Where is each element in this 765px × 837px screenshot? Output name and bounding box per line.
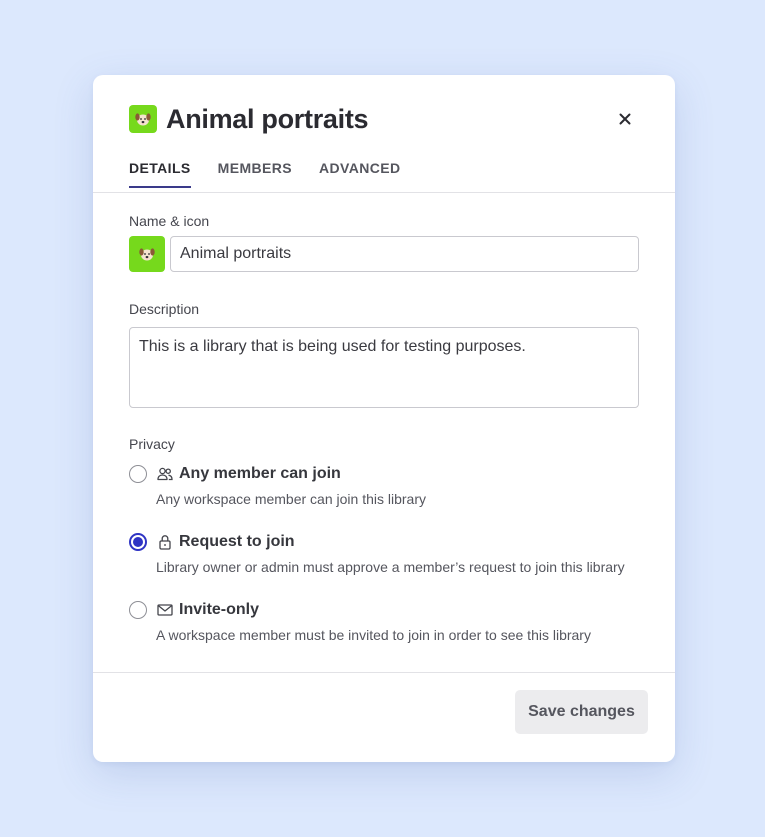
- privacy-option-description: Any workspace member can join this libra…: [156, 491, 426, 507]
- dialog-title: Animal portraits: [166, 103, 369, 134]
- mail-icon: [156, 601, 174, 619]
- privacy-option-request[interactable]: Request to join Library owner or admin m…: [129, 533, 649, 579]
- description-input[interactable]: This is a library that is being used for…: [129, 327, 639, 408]
- privacy-label: Privacy: [129, 436, 175, 452]
- people-icon: [156, 465, 174, 483]
- name-label: Name & icon: [129, 213, 210, 229]
- privacy-option-title: Any member can join: [179, 465, 341, 482]
- save-changes-button[interactable]: Save changes: [515, 690, 648, 734]
- description-label: Description: [129, 301, 200, 317]
- tabs-divider: [93, 192, 675, 193]
- lock-icon: [156, 533, 174, 551]
- privacy-option-title: Request to join: [179, 533, 295, 550]
- icon-picker-button[interactable]: [129, 236, 165, 272]
- close-button[interactable]: [611, 105, 639, 133]
- privacy-radio-request[interactable]: [129, 533, 147, 551]
- close-icon: [619, 113, 631, 125]
- library-icon-badge: [129, 105, 157, 133]
- privacy-option-title: Invite-only: [179, 601, 260, 618]
- privacy-option-description: A workspace member must be invited to jo…: [156, 627, 591, 643]
- privacy-option-invite-only[interactable]: Invite-only A workspace member must be i…: [129, 601, 649, 647]
- privacy-radio-invite-only[interactable]: [129, 601, 147, 619]
- tab-members[interactable]: MEMBERS: [218, 160, 292, 188]
- footer-divider: [93, 672, 675, 673]
- name-row: [129, 236, 639, 272]
- tab-bar: DETAILS MEMBERS ADVANCED: [129, 160, 401, 188]
- name-input[interactable]: [170, 236, 639, 272]
- privacy-option-any-member[interactable]: Any member can join Any workspace member…: [129, 465, 649, 511]
- dialog-header: Animal portraits: [129, 103, 639, 135]
- dog-face-icon: [135, 113, 151, 126]
- tab-advanced[interactable]: ADVANCED: [319, 160, 401, 188]
- library-settings-dialog: Animal portraits DETAILS MEMBERS ADVANCE…: [93, 75, 675, 762]
- dog-face-icon: [139, 248, 155, 261]
- privacy-option-description: Library owner or admin must approve a me…: [156, 559, 625, 575]
- tab-details[interactable]: DETAILS: [129, 160, 191, 188]
- privacy-radio-any-member[interactable]: [129, 465, 147, 483]
